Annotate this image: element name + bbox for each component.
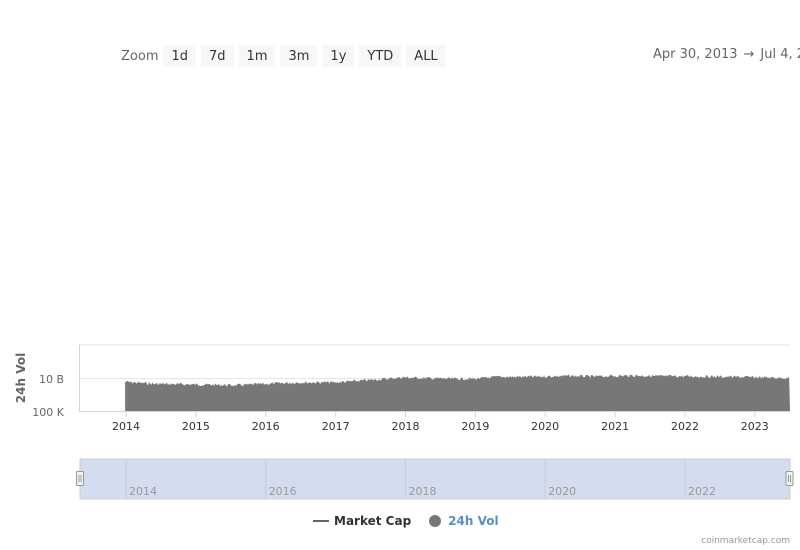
x-axis-ticks: 2014 2015 2016 2017 2018 2019 2020 2021 2022 2023 xyxy=(112,411,769,433)
y-tick-10b: 10 B xyxy=(39,373,64,386)
x-tick-label-2022: 2022 xyxy=(671,420,699,433)
navigator-right-handle[interactable] xyxy=(785,471,794,486)
x-tick-label-2016: 2016 xyxy=(252,420,280,433)
y-axis-title: 24h Vol xyxy=(14,353,28,403)
x-tick-label-2023: 2023 xyxy=(741,420,769,433)
x-tick-label-2017: 2017 xyxy=(322,420,350,433)
x-tick-label-2014: 2014 xyxy=(112,420,140,433)
series-24h-vol-area xyxy=(125,374,791,411)
x-tick-label-2015: 2015 xyxy=(182,420,210,433)
volume-chart: 24h Vol 10 B 100 K 2014 2015 2016 2017 2018 2… xyxy=(14,344,794,500)
x-tick-label-2020: 2020 xyxy=(531,420,559,433)
navigator-label-2018: 2018 xyxy=(409,485,437,498)
x-tick-label-2021: 2021 xyxy=(601,420,629,433)
legend-item-24h-vol[interactable]: 24h Vol xyxy=(429,514,499,528)
x-tick-label-2018: 2018 xyxy=(392,420,420,433)
navigator-label-2014: 2014 xyxy=(129,485,157,498)
legend-line-icon xyxy=(313,520,329,522)
y-tick-100k: 100 K xyxy=(32,406,64,419)
x-tick-label-2019: 2019 xyxy=(461,420,489,433)
legend-dot-icon xyxy=(429,515,442,527)
credits-link[interactable]: coinmarketcap.com xyxy=(701,536,790,546)
legend-24h-vol-label: 24h Vol xyxy=(448,514,499,528)
navigator-label-2022: 2022 xyxy=(688,485,716,498)
navigator-left-handle[interactable] xyxy=(76,471,84,486)
navigator-label-2020: 2020 xyxy=(548,485,576,498)
legend-item-market-cap[interactable]: Market Cap xyxy=(313,514,411,528)
legend-market-cap-label: Market Cap xyxy=(334,514,412,528)
legend: Market Cap 24h Vol xyxy=(313,514,517,528)
navigator-label-2016: 2016 xyxy=(269,485,297,498)
